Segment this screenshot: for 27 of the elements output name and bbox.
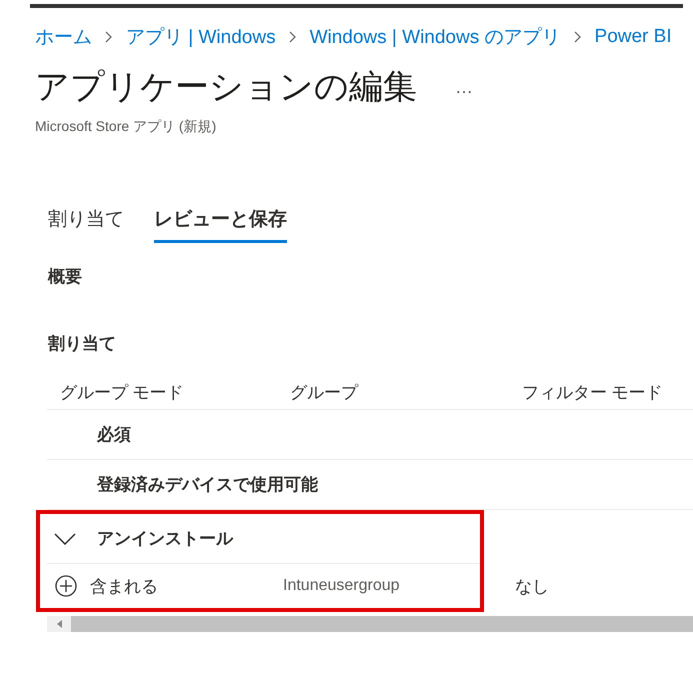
chevron-down-icon[interactable]	[54, 532, 76, 544]
breadcrumb-link[interactable]: アプリ | Windows	[126, 24, 276, 50]
table-cell-text: なし	[515, 576, 549, 598]
chevron-right-icon	[105, 31, 113, 43]
plus-circle-icon[interactable]	[55, 575, 77, 597]
group-label: アンインストール	[97, 528, 233, 550]
group-label: 登録済みデバイスで使用可能	[97, 474, 318, 496]
more-button[interactable]: …	[455, 76, 473, 98]
tab[interactable]: 割り当て	[48, 206, 124, 243]
column-header: グループ	[290, 382, 358, 404]
section-heading: 概要	[46, 266, 83, 288]
column-header: フィルター モード	[522, 382, 663, 404]
scroll-left-arrow-icon[interactable]	[57, 620, 63, 628]
breadcrumb-link[interactable]: Windows | Windows のアプリ	[310, 24, 561, 50]
breadcrumb-link[interactable]: Power BI	[594, 26, 672, 48]
column-header: グループ モード	[60, 382, 184, 404]
tab[interactable]: レビューと保存	[154, 206, 287, 243]
chevron-right-icon	[288, 31, 297, 43]
page-title: アプリケーションの編集	[35, 67, 417, 108]
group-label: 必須	[97, 424, 131, 446]
page-subtitle: Microsoft Store アプリ (新規)	[34, 117, 218, 136]
chevron-right-icon	[574, 31, 582, 43]
table-cell: Intuneusergroup	[283, 577, 400, 595]
table-cell-text: 含まれる	[90, 576, 158, 598]
horizontal-scrollbar[interactable]	[47, 616, 693, 632]
breadcrumb-link[interactable]: ホーム	[35, 24, 92, 50]
section-heading: 割り当て	[47, 333, 117, 355]
